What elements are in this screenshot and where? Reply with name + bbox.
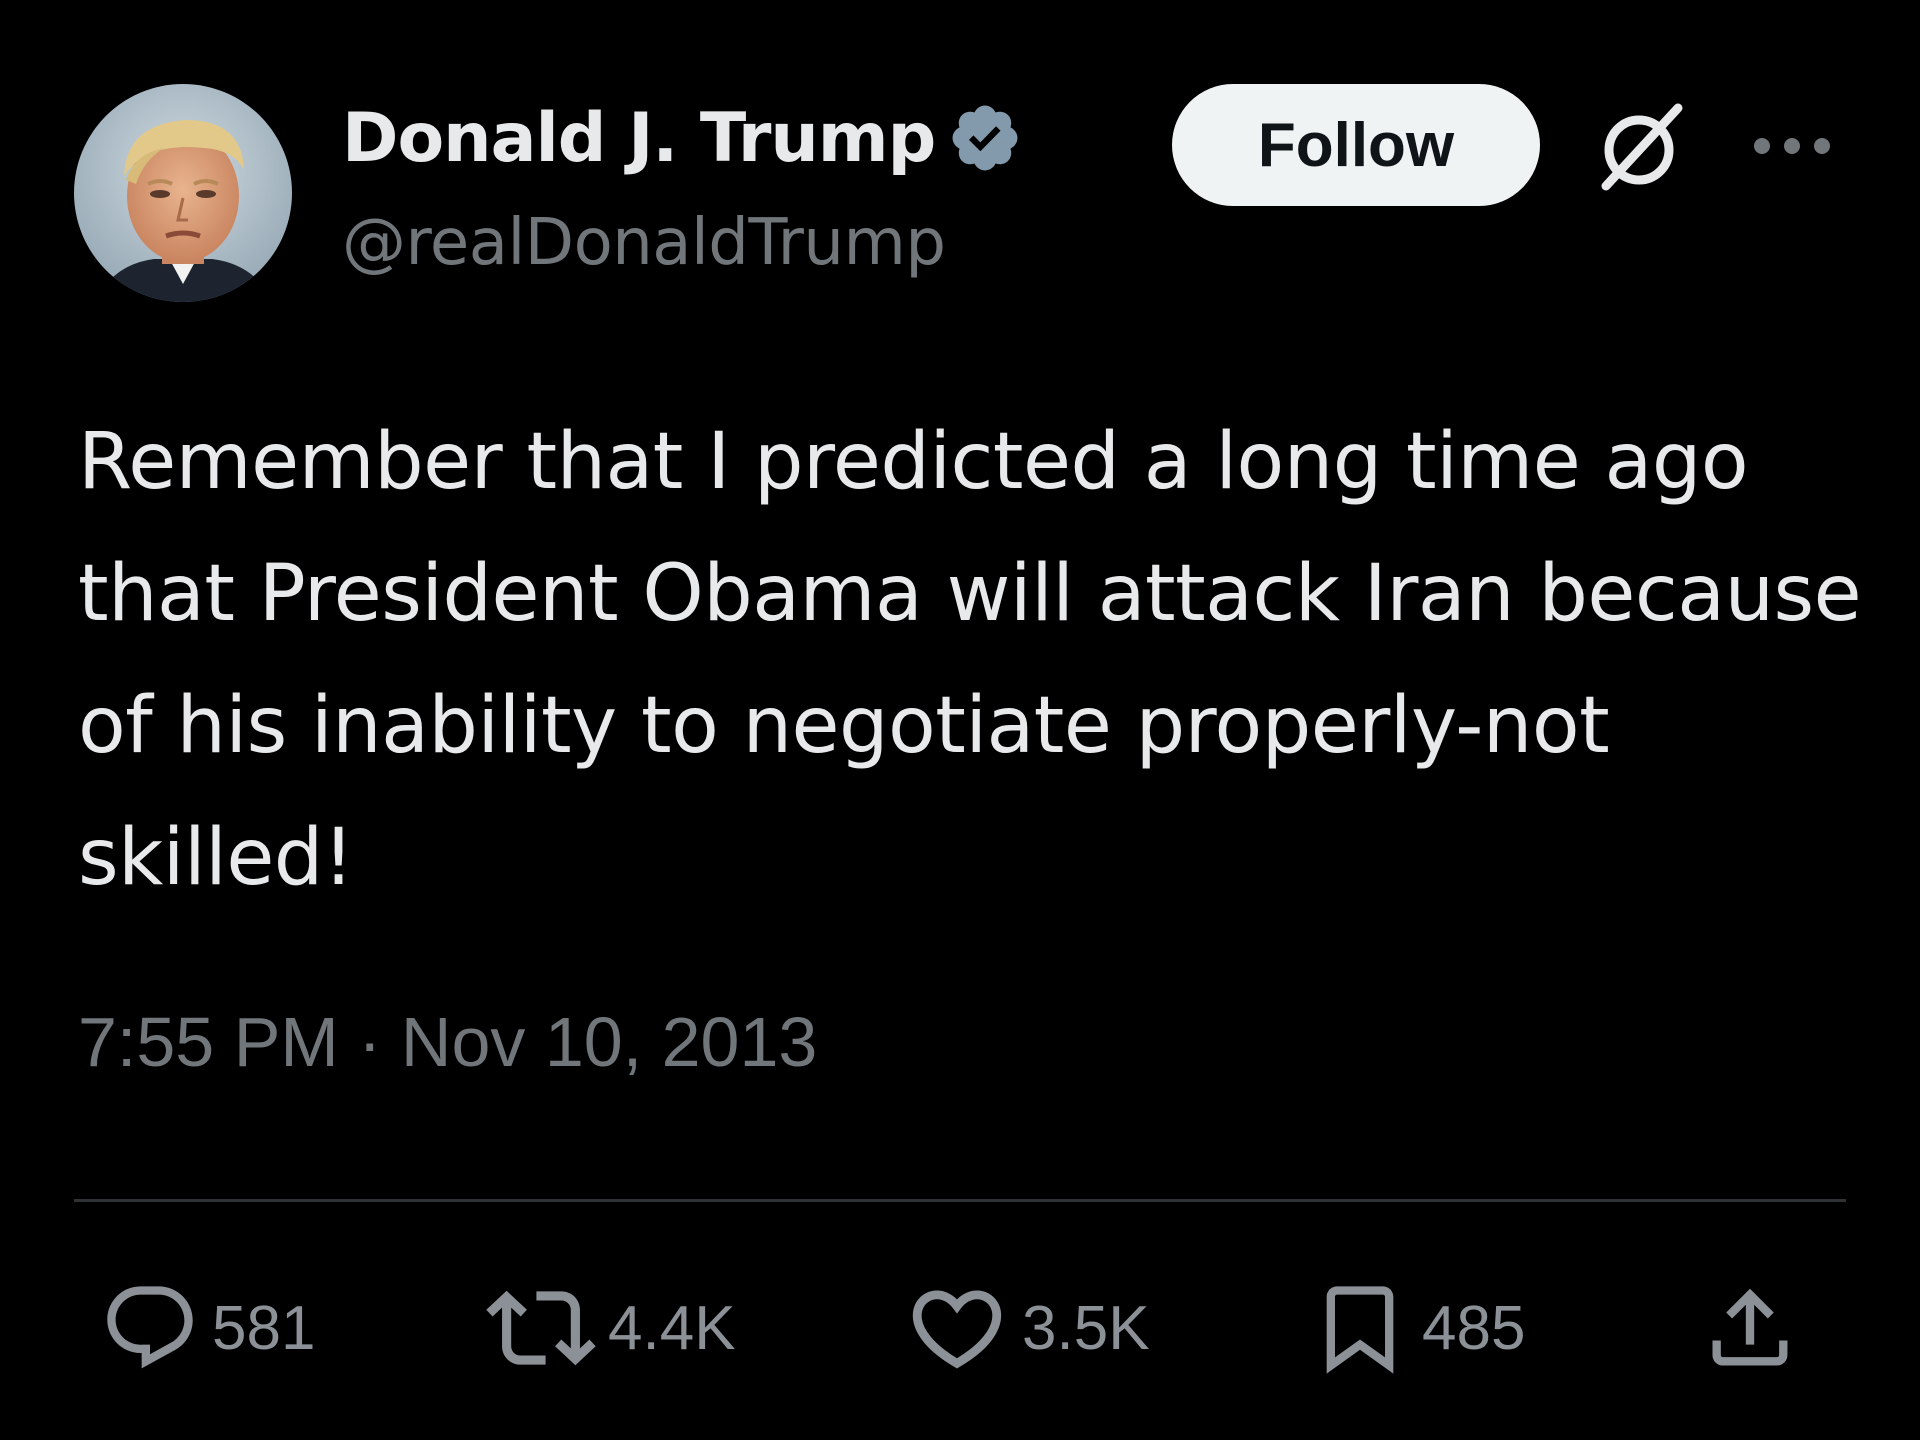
like-count: 3.5K	[1022, 1293, 1150, 1363]
share-button[interactable]	[1700, 1268, 1800, 1388]
reply-icon	[107, 1286, 193, 1369]
bookmark-button[interactable]: 485	[1310, 1268, 1525, 1388]
action-bar: 581 4.4K 3.5K 485	[0, 1268, 1920, 1388]
avatar[interactable]	[74, 84, 292, 302]
like-button[interactable]: 3.5K	[904, 1268, 1150, 1388]
share-icon	[1712, 1288, 1788, 1366]
follow-button[interactable]: Follow	[1172, 84, 1540, 206]
tweet-timestamp[interactable]: 7:55 PM · Nov 10, 2013	[78, 1002, 817, 1082]
reply-button[interactable]: 581	[100, 1268, 315, 1388]
more-options-icon[interactable]	[1744, 128, 1840, 164]
heart-icon	[912, 1290, 1002, 1369]
reply-count: 581	[212, 1293, 316, 1363]
repost-icon	[486, 1290, 596, 1366]
repost-button[interactable]: 4.4K	[486, 1268, 736, 1388]
tweet-text: Remember that I predicted a long time ag…	[78, 417, 1862, 903]
author-name-row[interactable]: Donald J. Trump	[342, 96, 1023, 180]
avatar-image	[74, 84, 292, 302]
verified-badge-icon[interactable]	[947, 100, 1023, 176]
author-handle[interactable]: @realDonaldTrump	[342, 206, 946, 280]
display-name[interactable]: Donald J. Trump	[342, 99, 936, 178]
grok-icon[interactable]	[1584, 92, 1694, 202]
tweet-card: Donald J. Trump @realDonaldTrump Follow …	[0, 0, 1920, 1440]
bookmark-icon	[1326, 1286, 1394, 1374]
repost-count: 4.4K	[608, 1293, 736, 1363]
divider	[74, 1199, 1846, 1202]
bookmark-count: 485	[1422, 1293, 1526, 1363]
